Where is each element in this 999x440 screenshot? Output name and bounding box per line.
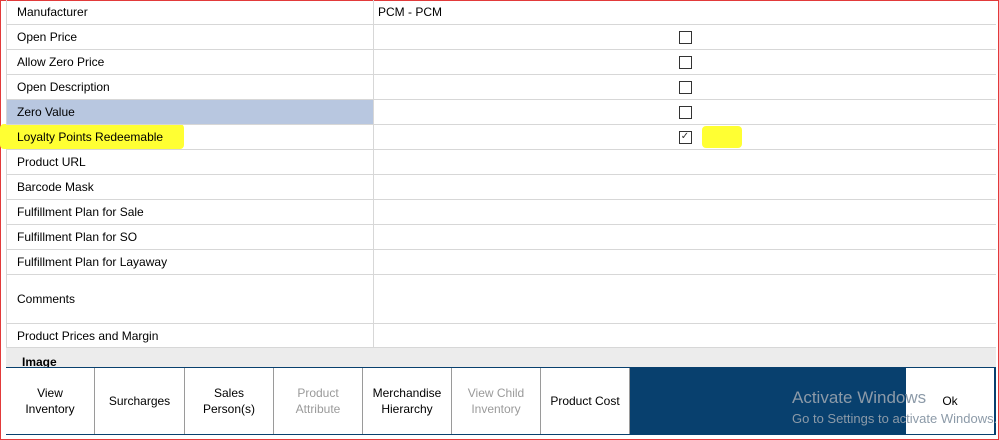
product-cost-button[interactable]: Product Cost [541,368,630,434]
row-fulfillment-sale[interactable]: Fulfillment Plan for Sale [6,200,996,225]
product-attribute-button[interactable]: Product Attribute [274,368,363,434]
property-label: Manufacturer [6,0,374,24]
row-comments[interactable]: Comments [6,275,996,324]
row-barcode-mask[interactable]: Barcode Mask [6,175,996,200]
fulfillment-so-value[interactable] [374,225,996,249]
property-label: Fulfillment Plan for SO [6,225,374,249]
property-label: Allow Zero Price [6,50,374,74]
row-zero-value[interactable]: Zero Value [6,100,996,125]
allow-zero-price-checkbox[interactable] [678,55,692,69]
row-open-description[interactable]: Open Description [6,75,996,100]
row-open-price[interactable]: Open Price [6,25,996,50]
row-fulfillment-so[interactable]: Fulfillment Plan for SO [6,225,996,250]
bottom-toolbar: View Inventory Surcharges Sales Person(s… [6,367,996,435]
row-fulfillment-layaway[interactable]: Fulfillment Plan for Layaway [6,250,996,275]
product-url-value[interactable] [374,150,996,174]
loyalty-points-checkbox[interactable]: ✓ [678,130,692,144]
image-section-header: Image [6,347,996,369]
ok-button[interactable]: Ok [906,368,994,434]
row-product-url[interactable]: Product URL [6,150,996,175]
property-label: Product Prices and Margin [6,324,374,348]
merchandise-hierarchy-button[interactable]: Merchandise Hierarchy [363,368,452,434]
properties-grid: Manufacturer PCM - PCM Open Price Allow … [6,0,996,349]
fulfillment-sale-value[interactable] [374,200,996,224]
property-label: Zero Value [6,100,374,124]
row-allow-zero-price[interactable]: Allow Zero Price [6,50,996,75]
open-description-checkbox[interactable] [678,80,692,94]
open-price-checkbox[interactable] [678,30,692,44]
property-label: Barcode Mask [6,175,374,199]
manufacturer-value[interactable]: PCM - PCM [374,0,996,24]
row-manufacturer[interactable]: Manufacturer PCM - PCM [6,0,996,25]
property-label: Loyalty Points Redeemable [6,125,374,149]
row-product-prices-margin[interactable]: Product Prices and Margin [6,324,996,349]
property-label: Open Description [6,75,374,99]
property-label: Fulfillment Plan for Layaway [6,250,374,274]
comments-value[interactable] [374,275,996,323]
property-label: Fulfillment Plan for Sale [6,200,374,224]
zero-value-checkbox[interactable] [678,105,692,119]
view-inventory-button[interactable]: View Inventory [6,368,95,434]
product-prices-margin-value[interactable] [374,324,996,348]
property-label: Open Price [6,25,374,49]
barcode-mask-value[interactable] [374,175,996,199]
row-loyalty-points-redeemable[interactable]: Loyalty Points Redeemable ✓ [6,125,996,150]
fulfillment-layaway-value[interactable] [374,250,996,274]
view-child-inventory-button[interactable]: View Child Inventory [452,368,541,434]
property-label: Product URL [6,150,374,174]
property-label: Comments [6,275,374,323]
sales-persons-button[interactable]: Sales Person(s) [185,368,274,434]
surcharges-button[interactable]: Surcharges [95,368,185,434]
